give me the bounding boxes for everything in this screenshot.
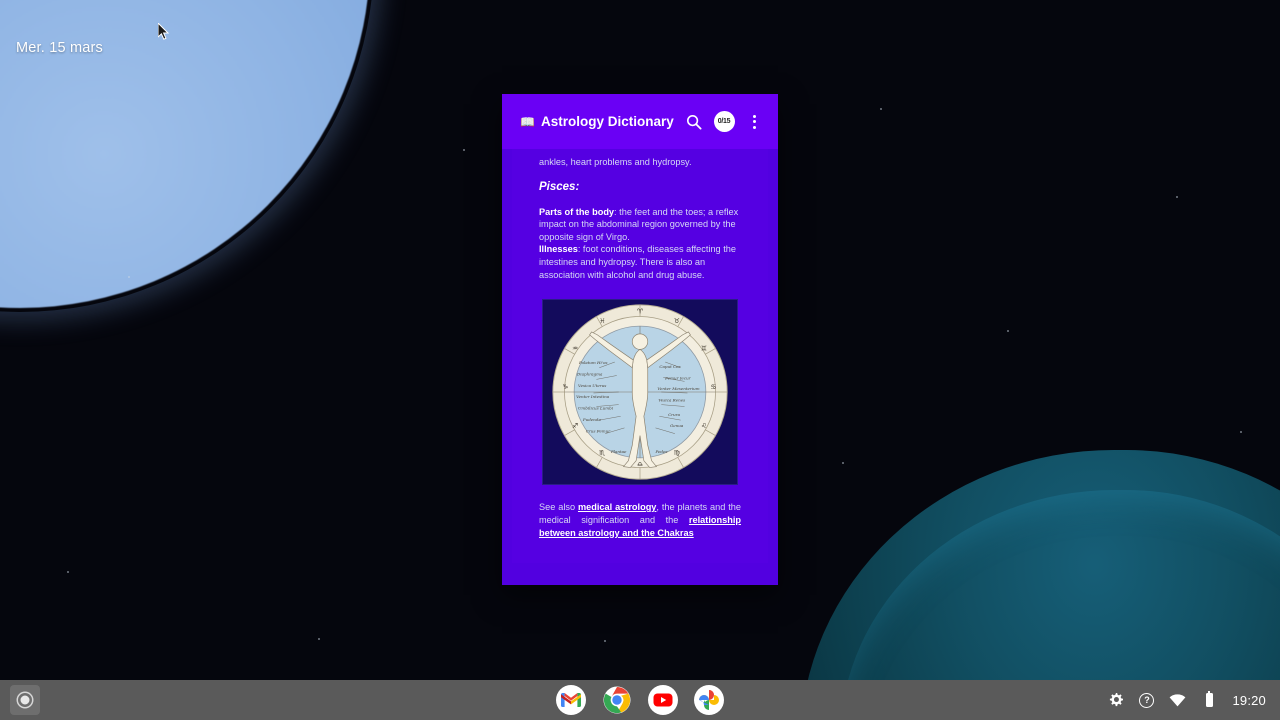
body-paragraph: Parts of the body: the feet and the toes… (539, 206, 741, 282)
desktop[interactable]: Mer. 15 mars 📖 Astrology Dictionary 0/15 (0, 0, 1280, 720)
star-decoration (1240, 431, 1242, 433)
open-book-icon: 📖 (520, 114, 535, 129)
star-decoration (318, 638, 320, 640)
see-also-prefix: See also (539, 502, 578, 513)
see-also-block: See also medical astrology, the planets … (539, 501, 741, 539)
google-photos-icon (699, 690, 719, 710)
link-medical-astrology[interactable]: medical astrology (578, 502, 656, 512)
gmail-icon (561, 692, 581, 707)
svg-text:Umbilicus Lumbi: Umbilicus Lumbi (578, 406, 614, 411)
gear-icon[interactable] (1107, 691, 1125, 709)
launcher-button[interactable] (10, 685, 40, 715)
svg-text:♓: ♓ (599, 317, 605, 325)
wifi-icon[interactable] (1168, 691, 1186, 709)
app-title: Astrology Dictionary (540, 114, 674, 129)
overflow-menu-button[interactable] (742, 110, 766, 134)
shelf-item-gmail[interactable] (556, 685, 586, 715)
svg-text:Crus Femur: Crus Femur (586, 429, 611, 434)
star-decoration (67, 571, 69, 573)
app-bar: 📖 Astrology Dictionary 0/15 (502, 94, 778, 149)
desktop-date-label: Mer. 15 mars (16, 40, 104, 56)
svg-text:♑: ♑ (562, 383, 568, 391)
article-panel[interactable]: ankles, heart problems and hydropsy. Pis… (512, 149, 768, 563)
svg-text:♏: ♏ (599, 449, 605, 457)
help-glyph: ? (1144, 694, 1150, 705)
svg-text:Palatum Hi'os: Palatum Hi'os (578, 360, 607, 365)
svg-text:♎: ♎ (637, 461, 643, 469)
status-tray[interactable]: ? 19:20 (1107, 691, 1266, 709)
svg-text:Femur Iecur: Femur Iecur (664, 376, 692, 381)
star-decoration (842, 462, 844, 464)
svg-text:Venter Intestina: Venter Intestina (576, 394, 610, 399)
svg-text:♐: ♐ (572, 422, 578, 430)
star-decoration (1176, 196, 1178, 198)
star-decoration (128, 276, 130, 278)
battery-full-icon[interactable] (1200, 691, 1218, 709)
shelf-item-youtube[interactable] (648, 685, 678, 715)
three-dot-menu-icon[interactable] (752, 114, 756, 129)
svg-text:Crura: Crura (668, 412, 681, 417)
svg-text:Plantae: Plantae (610, 449, 627, 454)
youtube-icon (653, 693, 673, 707)
launcher-circle-icon[interactable] (18, 693, 32, 707)
sign-heading: Pisces: (539, 180, 580, 193)
shelf-item-google-photos[interactable] (694, 685, 724, 715)
astrology-dictionary-window[interactable]: 📖 Astrology Dictionary 0/15 ankles, hear… (502, 94, 778, 585)
svg-text:Pedes: Pedes (654, 449, 667, 454)
svg-text:Caput Cor: Caput Cor (659, 364, 681, 369)
shelf-item-chrome[interactable] (602, 685, 632, 715)
shelf-app-list (556, 685, 724, 715)
svg-text:♉: ♉ (674, 317, 680, 325)
svg-text:♍: ♍ (674, 449, 680, 457)
svg-text:Venter Mesenterium: Venter Mesenterium (657, 386, 699, 391)
svg-text:Genua: Genua (670, 423, 684, 428)
zodiac-man-wheel-image: ♈ ♉ ♊ ♋ ♌ ♍ ♎ ♏ ♐ ♑ ♒ ♓ Palatum Hi'os Di… (542, 299, 738, 486)
clipped-paragraph-top: ankles, heart problems and hydropsy. (539, 157, 692, 167)
arrow-cursor (158, 23, 170, 40)
chrome-icon (603, 686, 631, 714)
svg-text:♊: ♊ (701, 345, 707, 353)
progress-badge[interactable]: 0/15 (713, 111, 735, 132)
svg-text:♌: ♌ (701, 422, 707, 430)
star-decoration (604, 640, 606, 642)
svg-text:♒: ♒ (572, 345, 578, 353)
parts-of-body-label: Parts of the body (539, 206, 615, 217)
illnesses-label: Illnesses (539, 244, 578, 255)
content-region[interactable]: ankles, heart problems and hydropsy. Pis… (502, 149, 778, 585)
svg-text:Diaphragma: Diaphragma (576, 372, 603, 377)
svg-text:Vesica Uterus: Vesica Uterus (578, 383, 606, 388)
progress-badge-wrapper[interactable]: 0/15 (712, 110, 736, 134)
star-decoration (1007, 330, 1009, 332)
svg-text:♈: ♈ (637, 308, 644, 316)
app-bar-title-group: 📖 Astrology Dictionary (520, 114, 676, 129)
star-decoration (880, 108, 882, 110)
svg-text:Vesica Renes: Vesica Renes (658, 398, 685, 403)
star-decoration (463, 149, 465, 151)
search-icon[interactable] (682, 110, 706, 134)
svg-text:Pudenda: Pudenda (582, 417, 602, 422)
clock[interactable]: 19:20 (1232, 693, 1266, 708)
help-question-icon[interactable]: ? (1139, 692, 1155, 708)
shelf[interactable]: ? 19:20 (0, 680, 1280, 720)
svg-text:♋: ♋ (711, 383, 717, 391)
